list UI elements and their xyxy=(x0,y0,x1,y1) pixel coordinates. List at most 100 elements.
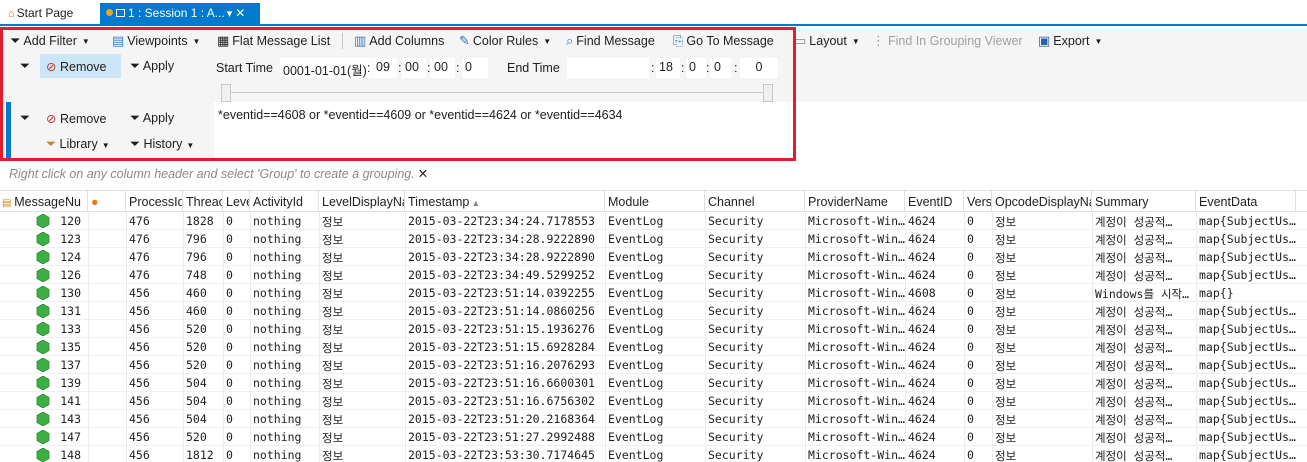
column-header-level-display-name[interactable]: LevelDisplayNa xyxy=(319,191,405,212)
column-header-message-number[interactable]: ▤ MessageNu xyxy=(0,191,88,212)
cell-level: 0 xyxy=(226,286,233,300)
table-row[interactable]: 137 456 520 0 nothing 정보 2015-03-22T23:51:16.2… xyxy=(0,356,1307,374)
cell-process-id: 456 xyxy=(129,304,150,318)
column-header-summary[interactable]: Summary xyxy=(1092,191,1196,212)
cell-version: 0 xyxy=(967,250,974,264)
cell-level: 0 xyxy=(226,268,233,282)
cell-process-id: 456 xyxy=(129,322,150,336)
table-row[interactable]: 131 456 460 0 nothing 정보 2015-03-22T23:51:14.0… xyxy=(0,302,1307,320)
column-header-module[interactable]: Module xyxy=(605,191,705,212)
time-filter-apply-button[interactable]: ⏷ Apply xyxy=(124,54,184,78)
table-row[interactable]: 133 456 520 0 nothing 정보 2015-03-22T23:51:15.1… xyxy=(0,320,1307,338)
export-button[interactable]: ▣ Export ▼ xyxy=(1038,31,1102,50)
table-row[interactable]: 126 476 748 0 nothing 정보 2015-03-22T23:34:49.5… xyxy=(0,266,1307,284)
column-header-diagnosis[interactable]: ● xyxy=(88,191,126,212)
table-row[interactable]: 141 456 504 0 nothing 정보 2015-03-22T23:51:16.6… xyxy=(0,392,1307,410)
cell-thread-id: 796 xyxy=(186,250,207,264)
go-to-message-button[interactable]: ⎘ Go To Message xyxy=(673,31,774,50)
start-minute-field[interactable]: 00 xyxy=(402,58,426,78)
cell-event-id: 4624 xyxy=(908,394,936,408)
cell-opcode-display-name: 정보 xyxy=(995,359,1017,373)
sort-ascending-icon[interactable]: ▲ xyxy=(471,198,480,208)
column-divider xyxy=(992,212,993,462)
column-header-thread-id[interactable]: Threac xyxy=(183,191,223,212)
table-row[interactable]: 130 456 460 0 nothing 정보 2015-03-22T23:51:14.0… xyxy=(0,284,1307,302)
find-message-button[interactable]: ⌕ Find Message xyxy=(566,31,655,50)
color-rules-label: Color Rules xyxy=(472,34,539,48)
filter-apply-button[interactable]: ⏷ Apply xyxy=(124,106,184,130)
table-row[interactable]: 148 456 1812 0 nothing 정보 2015-03-22T23:53:30.… xyxy=(0,446,1307,462)
start-fraction-field[interactable]: 0 xyxy=(462,58,488,78)
end-fraction-field[interactable]: 0 xyxy=(740,58,778,78)
filter-history-button[interactable]: ⏷ History ▼ xyxy=(124,132,206,156)
column-header-opcode-display-name[interactable]: OpcodeDisplayNa xyxy=(992,191,1092,212)
cell-module: EventLog xyxy=(608,232,664,246)
cell-module: EventLog xyxy=(608,286,664,300)
end-hour-field[interactable]: 18 xyxy=(656,58,680,78)
column-divider xyxy=(905,212,906,462)
cell-event-id: 4624 xyxy=(908,430,936,444)
end-minute-field[interactable]: 0 xyxy=(686,58,706,78)
cell-provider-name: Microsoft-Win… xyxy=(808,250,905,264)
filter-library-button[interactable]: ⏷ Library ▼ xyxy=(40,132,120,156)
time-filter-toggle[interactable]: ⏷ xyxy=(14,54,40,78)
history-icon: ⏷ xyxy=(130,137,141,151)
tab-session-1[interactable]: 1 : Session 1 : A... ▾ ✕ xyxy=(100,3,260,24)
close-icon[interactable]: ✕ xyxy=(235,6,245,20)
cell-timestamp: 2015-03-22T23:51:16.6756302 xyxy=(408,394,595,408)
add-filter-button[interactable]: ⏷ Add Filter ▼ xyxy=(10,31,90,50)
table-row[interactable]: 135 456 520 0 nothing 정보 2015-03-22T23:51:15.6… xyxy=(0,338,1307,356)
layout-button[interactable]: ▭ Layout ▼ xyxy=(794,31,860,50)
slider-start-thumb[interactable] xyxy=(221,84,231,102)
cell-event-id: 4624 xyxy=(908,448,936,462)
table-row[interactable]: 123 476 796 0 nothing 정보 2015-03-22T23:34:28.9… xyxy=(0,230,1307,248)
column-header-version[interactable]: Vers xyxy=(964,191,992,212)
cell-level: 0 xyxy=(226,250,233,264)
table-row[interactable]: 143 456 504 0 nothing 정보 2015-03-22T23:51:20.2… xyxy=(0,410,1307,428)
column-header-provider-name[interactable]: ProviderName xyxy=(805,191,905,212)
column-header-event-data[interactable]: EventData xyxy=(1196,191,1296,212)
cell-opcode-display-name: 정보 xyxy=(995,269,1017,283)
cell-activity-id: nothing xyxy=(253,286,302,300)
table-row[interactable]: 147 456 520 0 nothing 정보 2015-03-22T23:51:27.2… xyxy=(0,428,1307,446)
filter-remove-button[interactable]: ⊘ Remove xyxy=(40,106,120,130)
cell-channel: Security xyxy=(708,358,764,372)
flat-message-list-button[interactable]: ▦ Flat Message List xyxy=(217,31,330,50)
table-row[interactable]: 120 476 1828 0 nothing 정보 2015-03-22T23:34:24.… xyxy=(0,212,1307,230)
start-second-field[interactable]: 00 xyxy=(431,58,455,78)
column-header-channel[interactable]: Channel xyxy=(705,191,805,212)
cell-timestamp: 2015-03-22T23:34:49.5299252 xyxy=(408,268,595,282)
cell-timestamp: 2015-03-22T23:51:15.1936276 xyxy=(408,322,595,336)
filter-toggle[interactable]: ⏷ xyxy=(14,106,40,130)
time-range-slider[interactable] xyxy=(221,92,773,96)
column-header-process-id[interactable]: ProcessId xyxy=(126,191,183,212)
cell-event-data: map{SubjectUs… xyxy=(1199,214,1296,228)
color-rules-button[interactable]: ✎ Color Rules ▼ xyxy=(459,31,551,50)
table-row[interactable]: 124 476 796 0 nothing 정보 2015-03-22T23:34:28.9… xyxy=(0,248,1307,266)
column-header-timestamp[interactable]: Timestamp ▲ xyxy=(405,191,605,212)
time-filter-remove-button[interactable]: ⊘ Remove xyxy=(40,54,121,78)
start-hour-field[interactable]: 09 xyxy=(373,58,397,78)
tab-start-page[interactable]: ⌂ Start Page xyxy=(2,3,96,24)
cell-event-data: map{SubjectUs… xyxy=(1199,340,1296,354)
slider-end-thumb[interactable] xyxy=(763,84,773,102)
start-date-field[interactable]: 0001-01-01(월) xyxy=(280,58,372,78)
pin-icon[interactable]: ▾ xyxy=(227,8,233,20)
time-filter-apply-label: Apply xyxy=(142,59,175,73)
viewpoints-button[interactable]: ▤ Viewpoints ▼ xyxy=(112,31,200,50)
column-divider xyxy=(405,212,406,462)
filter-expression-input[interactable]: *eventid==4608 or *eventid==4609 or *eve… xyxy=(218,108,623,122)
find-message-icon: ⌕ xyxy=(566,33,574,48)
cell-summary: 계정이 성공적… xyxy=(1095,269,1173,283)
cell-module: EventLog xyxy=(608,448,664,462)
column-header-activity-id[interactable]: ActivityId xyxy=(250,191,319,212)
column-header-level[interactable]: Leve xyxy=(223,191,250,212)
end-second-field[interactable]: 0 xyxy=(711,58,731,78)
add-columns-button[interactable]: ▥ Add Columns xyxy=(354,31,444,50)
cell-version: 0 xyxy=(967,304,974,318)
end-date-field[interactable] xyxy=(567,58,649,78)
column-header-event-id[interactable]: EventID xyxy=(905,191,964,212)
close-icon[interactable]: ✕ xyxy=(418,167,428,181)
find-in-grouping-viewer-button[interactable]: ⋮ Find In Grouping Viewer xyxy=(872,31,1023,50)
table-row[interactable]: 139 456 504 0 nothing 정보 2015-03-22T23:51:16.6… xyxy=(0,374,1307,392)
